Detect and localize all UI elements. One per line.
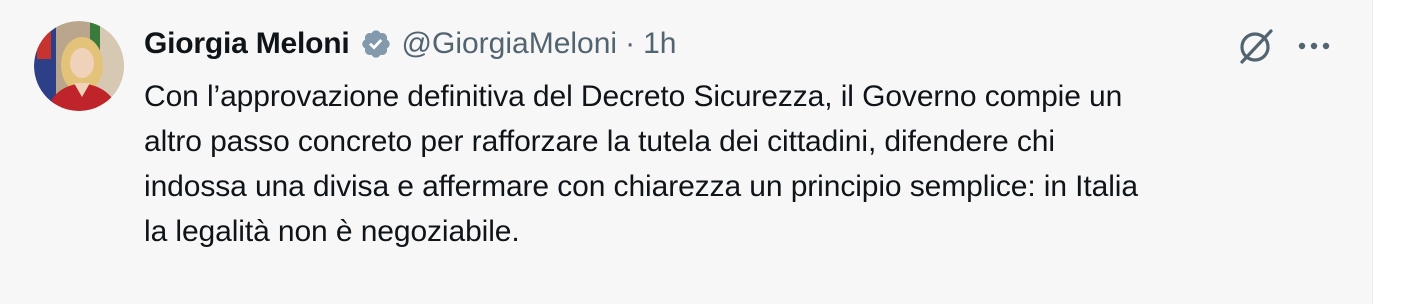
tweet-text: Con l’approvazione definitiva del Decret… <box>144 80 1138 248</box>
tweet-timestamp[interactable]: 1h <box>643 27 676 61</box>
avatar[interactable] <box>34 21 124 111</box>
tweet-card[interactable]: Giorgia Meloni @GiorgiaMeloni · 1h Con l… <box>0 0 1372 304</box>
author-handle[interactable]: @GiorgiaMeloni <box>402 27 618 61</box>
verified-badge-icon[interactable] <box>360 28 392 60</box>
tweet-header: Giorgia Meloni @GiorgiaMeloni · 1h <box>144 24 676 64</box>
grok-icon[interactable] <box>1236 26 1276 66</box>
author-name[interactable]: Giorgia Meloni <box>144 27 350 61</box>
scroll-gutter <box>1372 0 1408 304</box>
avatar-image <box>34 21 124 111</box>
more-options-icon[interactable] <box>1294 30 1334 62</box>
separator-dot: · <box>625 27 636 60</box>
